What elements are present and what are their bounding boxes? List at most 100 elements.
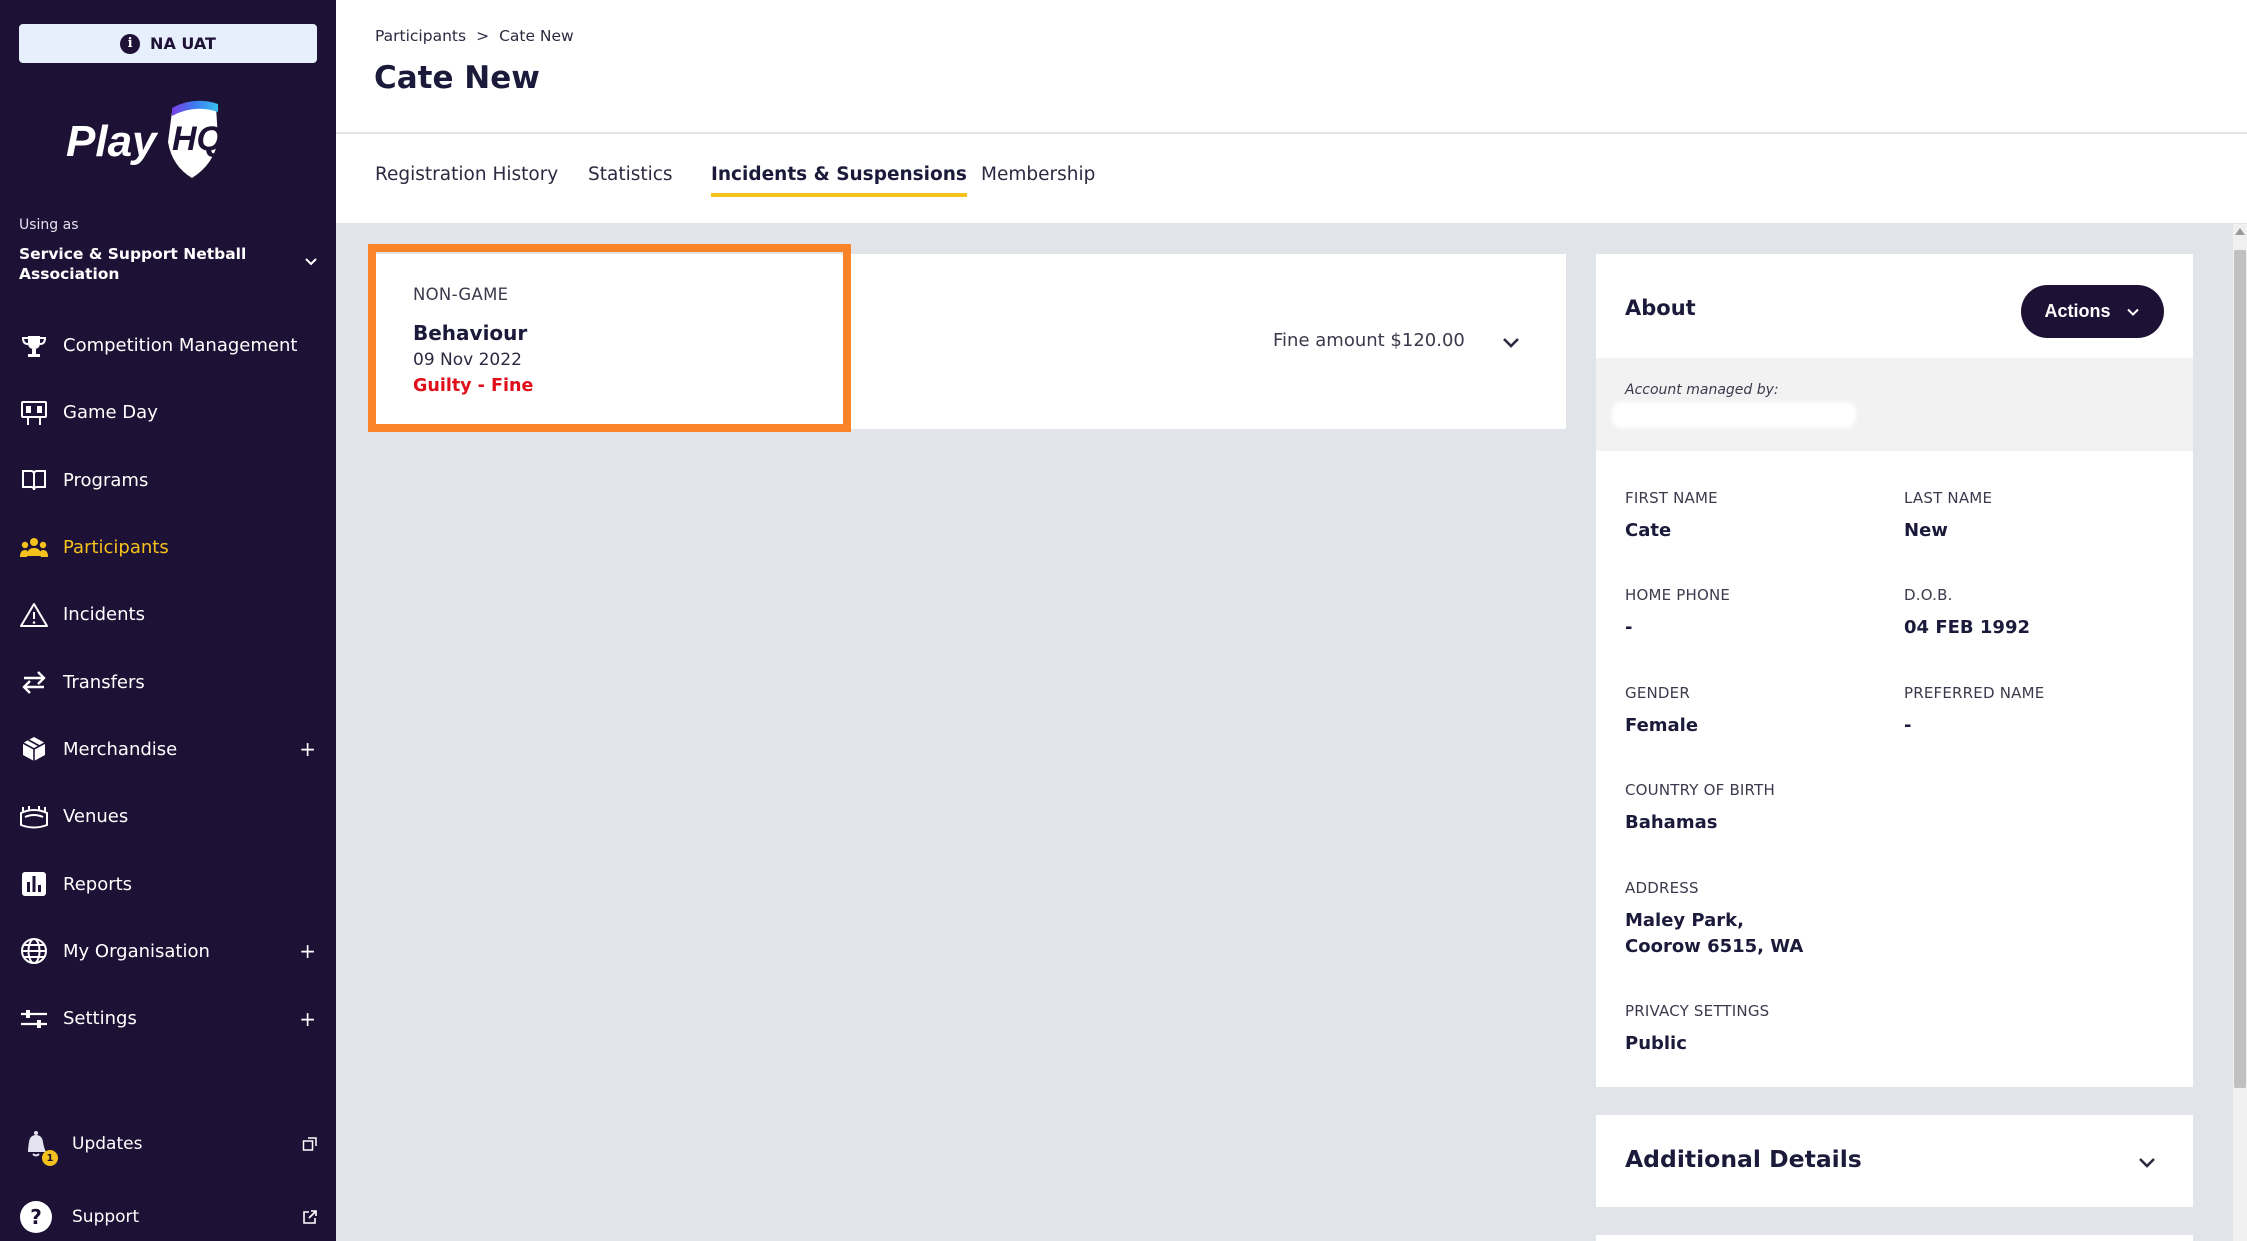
home-phone-label: HOME PHONE [1625, 586, 1731, 604]
reports-icon [18, 869, 49, 900]
updates-badge: 1 [42, 1150, 58, 1166]
home-phone-value: - [1625, 617, 1633, 638]
about-panel: About Actions Account managed by: FIRST … [1596, 254, 2193, 1087]
sidebar-item-game-day[interactable]: Game Day [0, 379, 336, 446]
warning-icon [18, 599, 49, 630]
gender-value: Female [1625, 715, 1699, 736]
stadium-icon [18, 801, 49, 832]
address-line-1: Maley Park, [1625, 910, 1744, 931]
address-line-2: Coorow 6515, WA [1625, 936, 1804, 957]
scroll-up-arrow-icon[interactable] [2235, 228, 2245, 235]
organisation-selector[interactable]: Service & Support Netball Association [19, 244, 279, 284]
chevron-down-icon[interactable] [302, 252, 320, 270]
about-title: About [1625, 296, 1696, 320]
updates-label: Updates [72, 1134, 143, 1154]
breadcrumb-current: Cate New [499, 27, 574, 45]
sidebar: i NA UAT Play HQ Using as Service & Supp… [0, 0, 336, 1241]
sidebar-item-participants[interactable]: Participants [0, 514, 336, 581]
sidebar-item-competition-management[interactable]: Competition Management [0, 312, 336, 379]
breadcrumb-participants-link[interactable]: Participants [375, 27, 466, 45]
page-title: Cate New [374, 60, 540, 96]
svg-text:Play: Play [66, 117, 159, 166]
sidebar-item-my-organisation[interactable]: My Organisation + [0, 918, 336, 985]
expand-plus-icon[interactable]: + [299, 1007, 316, 1031]
country-of-birth-value: Bahamas [1625, 812, 1718, 833]
using-as-label: Using as [19, 217, 79, 233]
sidebar-item-programs[interactable]: Programs [0, 447, 336, 514]
updates-link[interactable]: 1 Updates [18, 1126, 318, 1166]
sidebar-item-label: Programs [63, 469, 149, 491]
sidebar-item-transfers[interactable]: Transfers [0, 648, 336, 715]
sidebar-item-label: Game Day [63, 402, 158, 424]
sidebar-item-reports[interactable]: Reports [0, 850, 336, 917]
transfer-arrows-icon [18, 667, 49, 698]
box-icon [18, 734, 49, 765]
environment-badge: i NA UAT [19, 24, 317, 63]
expand-plus-icon[interactable]: + [299, 939, 316, 963]
sidebar-item-merchandise[interactable]: Merchandise + [0, 716, 336, 783]
last-name-value: New [1904, 520, 1948, 541]
environment-label: NA UAT [150, 34, 216, 53]
sidebar-item-venues[interactable]: Venues [0, 783, 336, 850]
country-of-birth-label: COUNTRY OF BIRTH [1625, 781, 1775, 799]
privacy-settings-value: Public [1625, 1033, 1687, 1054]
sidebar-item-label: Competition Management [63, 335, 298, 357]
trophy-icon [18, 330, 49, 361]
globe-icon [18, 936, 49, 967]
help-icon: ? [18, 1199, 54, 1235]
bell-icon: 1 [18, 1126, 58, 1166]
sidebar-item-settings[interactable]: Settings + [0, 985, 336, 1052]
tab-registration-history[interactable]: Registration History [375, 164, 558, 193]
tab-incidents-suspensions[interactable]: Incidents & Suspensions [711, 164, 967, 197]
chevron-down-icon [2126, 308, 2139, 316]
fine-amount: Fine amount $120.00 [1273, 330, 1465, 351]
sidebar-item-incidents[interactable]: Incidents [0, 581, 336, 648]
sidebar-item-label: Incidents [63, 604, 145, 626]
support-label: Support [72, 1207, 140, 1227]
tab-bar: Registration History Statistics Incident… [336, 134, 2247, 223]
breadcrumb: Participants > Cate New [375, 27, 574, 45]
incident-type: NON-GAME [413, 285, 509, 304]
first-name-label: FIRST NAME [1625, 489, 1718, 507]
page-header: Participants > Cate New Cate New [336, 0, 2247, 133]
support-link[interactable]: ? Support [18, 1199, 318, 1235]
incident-title: Behaviour [413, 321, 528, 345]
chevron-down-icon[interactable] [1500, 331, 1522, 353]
tab-membership[interactable]: Membership [981, 164, 1095, 193]
svg-text:?: ? [30, 1205, 42, 1229]
external-link-icon [303, 1210, 317, 1224]
first-name-value: Cate [1625, 520, 1672, 541]
tab-statistics[interactable]: Statistics [588, 164, 673, 193]
next-panel-edge [1596, 1235, 2193, 1241]
sidebar-item-label: My Organisation [63, 940, 210, 962]
scrollbar-thumb[interactable] [2234, 250, 2246, 1088]
address-label: ADDRESS [1625, 879, 1699, 897]
svg-text:HQ: HQ [172, 120, 223, 158]
sidebar-item-label: Merchandise [63, 738, 178, 760]
account-managed-label: Account managed by: [1625, 382, 1779, 398]
dob-value: 04 FEB 1992 [1904, 617, 2030, 638]
playhq-logo[interactable]: Play HQ [64, 98, 244, 184]
scoreboard-icon [18, 397, 49, 428]
additional-details-title: Additional Details [1625, 1145, 1862, 1173]
preferred-name-label: PREFERRED NAME [1904, 684, 2045, 702]
actions-button[interactable]: Actions [2021, 285, 2164, 338]
sidebar-item-label: Settings [63, 1008, 137, 1030]
book-icon [18, 465, 49, 496]
sidebar-item-label: Transfers [63, 671, 145, 693]
incident-date: 09 Nov 2022 [413, 350, 522, 370]
dob-label: D.O.B. [1904, 586, 1953, 604]
sidebar-item-label: Venues [63, 806, 129, 828]
preferred-name-value: - [1904, 715, 1912, 736]
sidebar-item-label: Reports [63, 873, 133, 895]
sidebar-nav: Competition Management Game Day Programs… [0, 312, 336, 1052]
people-icon [18, 532, 49, 563]
external-link-icon [302, 1137, 317, 1151]
expand-plus-icon[interactable]: + [299, 737, 316, 761]
sliders-icon [18, 1003, 49, 1034]
additional-details-panel[interactable]: Additional Details [1596, 1115, 2193, 1207]
last-name-label: LAST NAME [1904, 489, 1993, 507]
redacted-manager-name [1612, 402, 1856, 428]
incident-status: Guilty - Fine [413, 376, 534, 396]
chevron-down-icon[interactable] [2135, 1150, 2159, 1174]
